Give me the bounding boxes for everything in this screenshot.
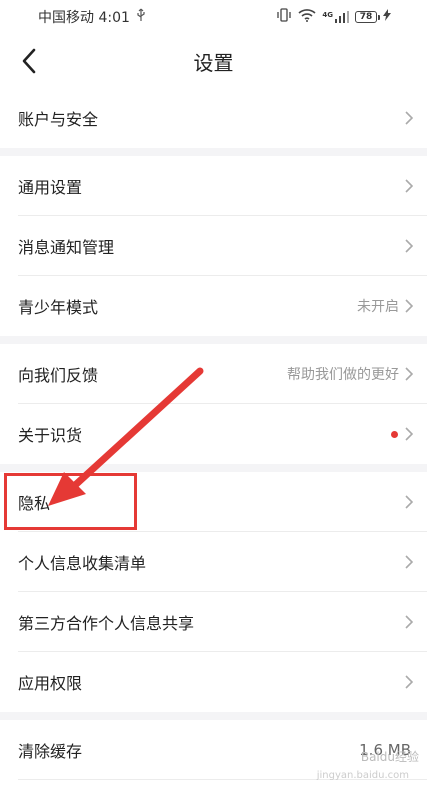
general-settings-row[interactable]: 通用设置 [0, 156, 427, 216]
wifi-icon [298, 8, 316, 26]
chevron-right-icon [403, 110, 415, 126]
account-security-label: 账户与安全 [18, 110, 99, 129]
personal-info-row[interactable]: 个人信息收集清单 [0, 532, 427, 592]
usb-icon [136, 8, 146, 26]
personal-info-label: 个人信息收集清单 [18, 554, 147, 573]
signal-icon: 4G [322, 11, 349, 23]
youth-mode-row[interactable]: 青少年模式 未开启 [0, 276, 427, 336]
youth-mode-value: 未开启 [357, 299, 399, 315]
general-settings-label: 通用设置 [18, 178, 83, 197]
notifications-label: 消息通知管理 [18, 238, 115, 257]
about-row[interactable]: 关于识货 [0, 404, 427, 464]
network-type: 4G [322, 11, 333, 19]
back-button[interactable] [12, 44, 46, 78]
clear-cache-label: 清除缓存 [18, 742, 83, 761]
privacy-label: 隐私 [18, 494, 51, 513]
chevron-right-icon [403, 298, 415, 314]
app-permissions-label: 应用权限 [18, 674, 83, 693]
feedback-value: 帮助我们做的更好 [287, 367, 399, 383]
chevron-right-icon [403, 426, 415, 442]
chevron-right-icon [403, 674, 415, 690]
chevron-right-icon [403, 494, 415, 510]
account-security-row[interactable]: 账户与安全 [0, 88, 427, 148]
clear-cache-row[interactable]: 清除缓存 1.6 MB [0, 720, 427, 780]
header: 设置 [0, 34, 427, 88]
feedback-label: 向我们反馈 [18, 366, 99, 385]
notification-dot [391, 430, 398, 438]
youth-mode-label: 青少年模式 [18, 298, 99, 317]
feedback-row[interactable]: 向我们反馈 帮助我们做的更好 [0, 344, 427, 404]
third-party-label: 第三方合作个人信息共享 [18, 614, 195, 633]
chevron-right-icon [403, 366, 415, 382]
chevron-right-icon [403, 238, 415, 254]
app-permissions-row[interactable]: 应用权限 [0, 652, 427, 712]
about-label: 关于识货 [18, 426, 83, 445]
notifications-row[interactable]: 消息通知管理 [0, 216, 427, 276]
vibrate-icon [276, 8, 292, 26]
status-bar: 中国移动 4:01 4G 78 [0, 0, 427, 34]
privacy-row[interactable]: 隐私 [0, 472, 427, 532]
back-icon [22, 48, 36, 74]
charging-icon [383, 9, 391, 25]
page-title: 设置 [193, 50, 234, 75]
chevron-right-icon [403, 178, 415, 194]
battery-icon: 78 [355, 11, 380, 23]
chevron-right-icon [403, 614, 415, 630]
carrier-time: 中国移动 4:01 [38, 10, 130, 26]
clear-cache-value: 1.6 MB [359, 741, 411, 759]
chevron-right-icon [403, 554, 415, 570]
third-party-row[interactable]: 第三方合作个人信息共享 [0, 592, 427, 652]
